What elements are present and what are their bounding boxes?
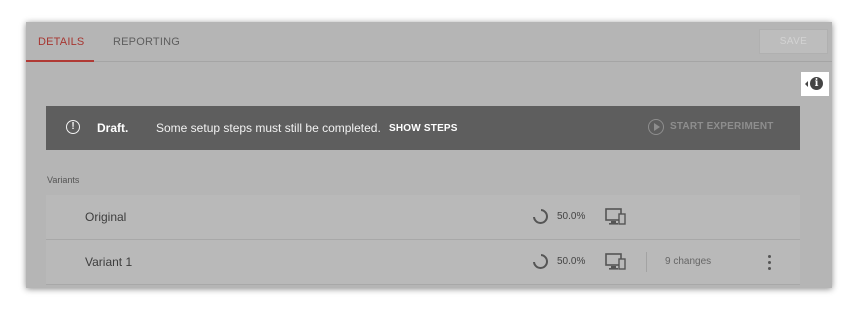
variant-name: Variant 1: [85, 255, 133, 269]
info-panel-toggle[interactable]: i: [801, 72, 829, 96]
variant-name: Original: [85, 210, 127, 224]
tab-reporting[interactable]: REPORTING: [113, 22, 180, 61]
start-experiment-label: START EXPERIMENT: [670, 121, 774, 132]
active-tab-indicator: [26, 60, 94, 62]
traffic-weight-icon[interactable]: [532, 253, 548, 269]
variant-row-original[interactable]: Original 50.0%: [46, 195, 800, 240]
devices-icon[interactable]: [605, 253, 627, 271]
draft-status-banner: ! Draft. Some setup steps must still be …: [46, 106, 800, 150]
save-button[interactable]: SAVE: [759, 29, 828, 54]
more-options-icon[interactable]: [766, 253, 774, 271]
traffic-weight: 50.0%: [557, 211, 586, 222]
play-icon: [648, 119, 664, 135]
variants-section-label: Variants: [47, 175, 80, 185]
variant-list: Original 50.0% Variant 1 50.0% 9 changes: [46, 195, 800, 288]
variant-row-variant-1[interactable]: Variant 1 50.0% 9 changes: [46, 240, 800, 285]
experiment-panel: DETAILS REPORTING SAVE i ! Draft. Some s…: [26, 22, 832, 288]
devices-icon[interactable]: [605, 208, 627, 226]
tab-details[interactable]: DETAILS: [38, 22, 84, 61]
tab-bar: DETAILS REPORTING SAVE: [26, 22, 832, 62]
info-icon: i: [810, 77, 823, 90]
alert-icon: !: [66, 120, 80, 134]
traffic-weight: 50.0%: [557, 256, 586, 267]
status-message: Some setup steps must still be completed…: [156, 121, 381, 135]
divider: [646, 252, 647, 272]
chevron-left-icon: [805, 81, 808, 87]
status-label: Draft.: [97, 121, 129, 135]
changes-count-link[interactable]: 9 changes: [665, 256, 711, 267]
traffic-weight-icon[interactable]: [532, 208, 548, 224]
show-steps-button[interactable]: SHOW STEPS: [389, 123, 458, 134]
